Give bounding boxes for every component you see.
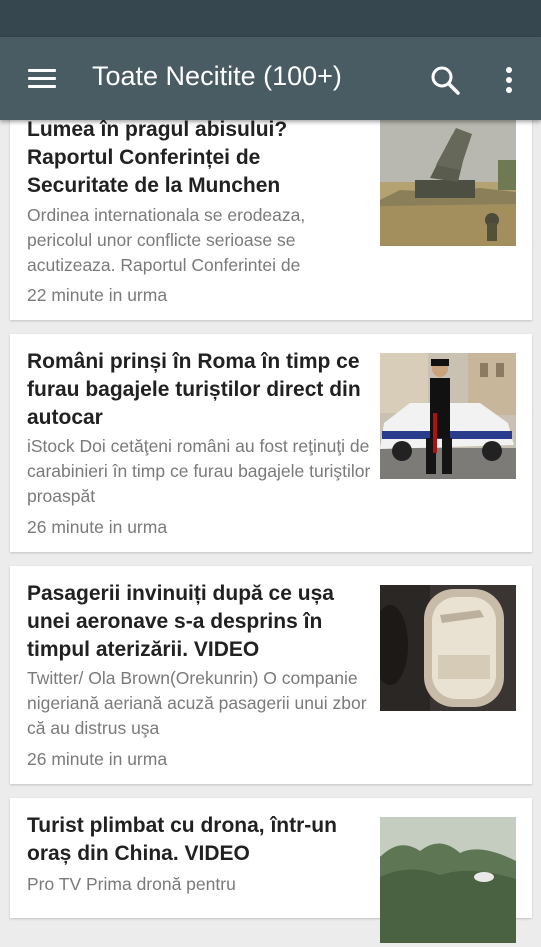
missile-launcher-field-image — [380, 120, 516, 246]
article-feed: Lumea în pragul abisului? Raportul Confe… — [0, 0, 541, 943]
page-title: Toate Necitite (100+) — [92, 61, 342, 91]
drone-over-trees-image — [380, 817, 516, 943]
article-card[interactable]: Turist plimbat cu drona, într-un oraș di… — [10, 798, 532, 943]
article-time: 26 minute in urma — [27, 749, 168, 769]
airplane-window-image — [380, 585, 516, 711]
search-icon[interactable] — [428, 63, 462, 97]
article-time: 26 minute in urma — [27, 517, 168, 537]
article-title: Români prinși în Roma în timp ce furau b… — [27, 350, 361, 429]
article-excerpt: Ordinea internationala se erodeaza, peri… — [27, 205, 306, 275]
article-time: 22 minute in urma — [27, 285, 168, 305]
article-excerpt: iStock Doi cetăţeni români au fost reţin… — [27, 436, 371, 506]
menu-icon[interactable] — [28, 69, 56, 89]
more-vert-icon[interactable] — [494, 63, 524, 97]
status-bar — [0, 0, 541, 37]
article-card[interactable]: Lumea în pragul abisului? Raportul Confe… — [10, 105, 532, 320]
app-bar: Toate Necitite (100+) — [0, 37, 541, 120]
article-excerpt: Pro TV Prima dronă pentru — [27, 874, 236, 894]
article-excerpt: Twitter/ Ola Brown(Orekunrin) O companie… — [27, 668, 367, 738]
article-title: Pasagerii invinuiți după ce ușa unei aer… — [27, 582, 334, 661]
article-title: Turist plimbat cu drona, într-un oraș di… — [27, 814, 337, 865]
article-card[interactable]: Pasagerii invinuiți după ce ușa unei aer… — [10, 566, 532, 784]
article-card[interactable]: Români prinși în Roma în timp ce furau b… — [10, 334, 532, 552]
article-title: Lumea în pragul abisului? Raportul Confe… — [27, 118, 288, 197]
carabinieri-police-car-image — [380, 353, 516, 479]
